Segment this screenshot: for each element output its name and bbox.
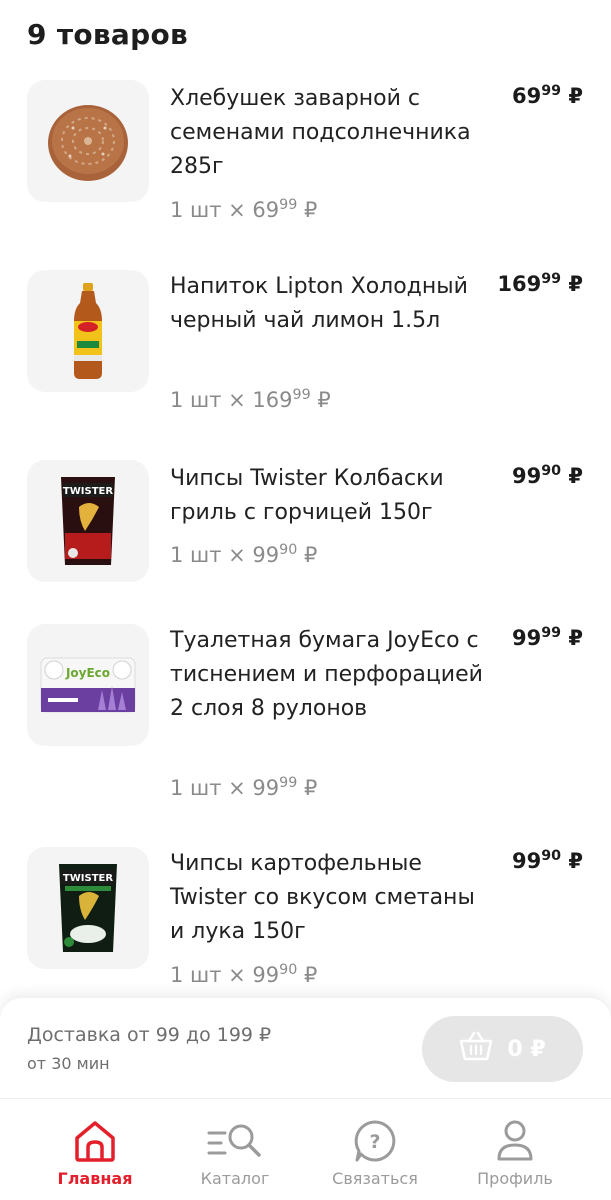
lipton-bottle-image[interactable] <box>27 270 149 392</box>
delivery-time: от 30 мин <box>27 1054 110 1073</box>
help-chat-icon: ? <box>353 1117 397 1165</box>
svg-text:TWISTER: TWISTER <box>63 486 113 497</box>
user-icon <box>495 1117 535 1165</box>
svg-text:?: ? <box>369 1131 380 1153</box>
toilet-paper-image[interactable]: JoyEco <box>27 624 149 746</box>
svg-text:TWISTER: TWISTER <box>63 873 113 884</box>
item-name: Чипсы картофельные Twister со вкусом сме… <box>170 851 475 944</box>
tab-contact[interactable]: ? Связаться <box>300 1099 450 1200</box>
tab-home-label: Главная <box>57 1169 133 1188</box>
tab-home[interactable]: Главная <box>20 1099 170 1200</box>
item-name: Туалетная бумага JoyEco с тиснением и пе… <box>170 628 483 721</box>
home-icon <box>73 1117 117 1165</box>
item-name: Напиток Lipton Холодный черный чай лимон… <box>170 274 468 333</box>
svg-text:JoyEco: JoyEco <box>65 666 110 680</box>
item-name: Хлебушек заварной с семенами подсолнечни… <box>170 86 471 179</box>
item-price: 6999 ₽ <box>511 83 583 108</box>
tab-profile-label: Профиль <box>477 1169 553 1188</box>
bottom-navigation: Главная Каталог ? Связаться Профиль <box>0 1098 611 1200</box>
item-quantity: 1 шт × 9990 ₽ <box>170 962 318 987</box>
twister-green-chips-image[interactable]: TWISTER <box>27 847 149 969</box>
delivery-cost: Доставка от 99 до 199 ₽ <box>27 1024 272 1046</box>
twister-red-chips-image[interactable]: TWISTER <box>27 460 149 582</box>
item-quantity: 1 шт × 16999 ₽ <box>170 387 331 412</box>
bread-image[interactable] <box>27 80 149 202</box>
checkout-bar: Доставка от 99 до 199 ₽ от 30 мин 0 ₽ <box>0 998 611 1098</box>
tab-catalog[interactable]: Каталог <box>160 1099 310 1200</box>
cart-header: 9 товаров <box>27 18 188 51</box>
tab-contact-label: Связаться <box>332 1169 418 1188</box>
item-price: 9990 ₽ <box>511 463 583 488</box>
item-quantity: 1 шт × 9990 ₽ <box>170 542 318 567</box>
cart-button[interactable]: 0 ₽ <box>422 1016 583 1082</box>
catalog-search-icon <box>207 1117 263 1165</box>
item-quantity: 1 шт × 9999 ₽ <box>170 775 318 800</box>
items-count-title: 9 товаров <box>27 18 189 51</box>
tab-catalog-label: Каталог <box>200 1169 270 1188</box>
item-price: 9990 ₽ <box>511 848 583 873</box>
basket-icon <box>459 1031 493 1067</box>
item-price: 9999 ₽ <box>511 625 583 650</box>
item-price: 16999 ₽ <box>497 271 583 296</box>
tab-profile[interactable]: Профиль <box>440 1099 590 1200</box>
item-name: Чипсы Twister Колбаски гриль с горчицей … <box>170 466 444 525</box>
cart-amount: 0 ₽ <box>507 1036 546 1062</box>
item-quantity: 1 шт × 6999 ₽ <box>170 197 318 222</box>
